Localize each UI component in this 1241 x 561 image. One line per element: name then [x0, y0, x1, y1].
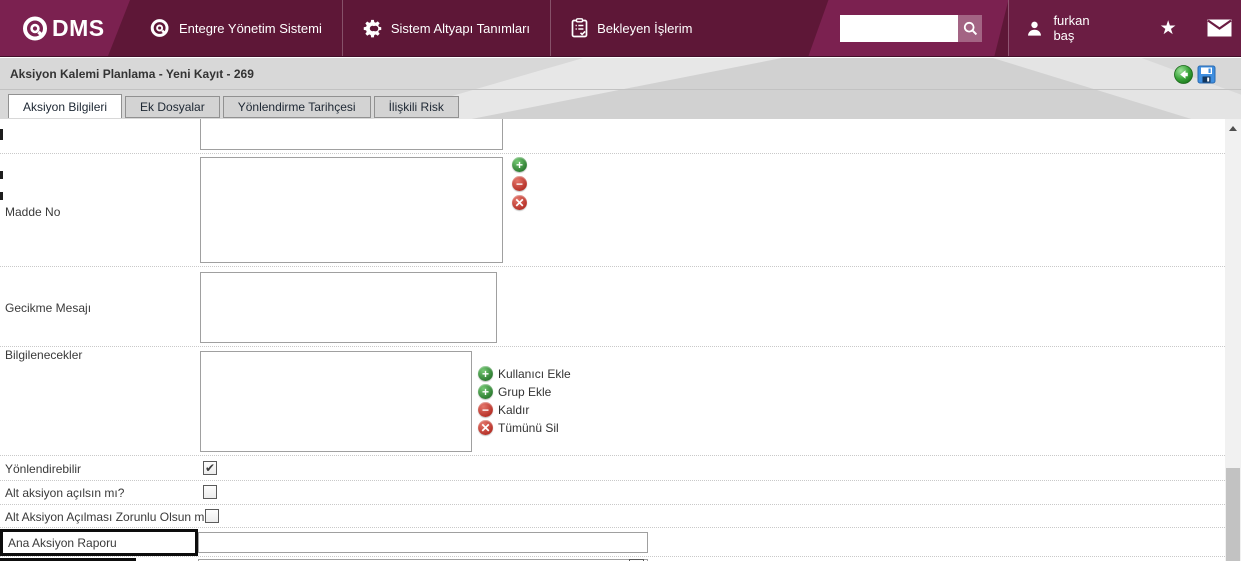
- bilgilenecekler-label: Bilgilenecekler: [5, 348, 83, 362]
- row-separator: [0, 455, 1225, 456]
- page-header: Aksiyon Kalemi Planlama - Yeni Kayıt - 2…: [0, 58, 1241, 119]
- madde-no-listbox[interactable]: [200, 157, 503, 263]
- add-group-icon: +: [478, 384, 493, 399]
- menu-item-label: Sistem Altyapı Tanımları: [390, 20, 531, 36]
- action-label: Kaldır: [498, 402, 530, 417]
- tab-label: Yönlendirme Tarihçesi: [237, 100, 356, 114]
- menu-item-sistem-altyapi-tanimlari[interactable]: Sistem Altyapı Tanımları: [341, 0, 550, 56]
- bilgilenecekler-listbox[interactable]: [200, 351, 472, 452]
- scrollbar-thumb[interactable]: [1226, 468, 1240, 561]
- alt-aksiyon-acilsin-label: Alt aksiyon açılsın mı?: [5, 486, 125, 500]
- madde-no-label: Madde No: [5, 205, 61, 219]
- top-navbar: DMS Entegre Yönetim Sistemi Sistem Altya…: [0, 0, 1241, 57]
- ana-aksiyon-raporu-input[interactable]: [198, 532, 648, 553]
- vertical-scrollbar[interactable]: [1225, 119, 1241, 561]
- ana-aksiyon-raporu-highlight: Ana Aksiyon Raporu: [0, 529, 198, 556]
- tab-label: Aksiyon Bilgileri: [23, 99, 108, 114]
- action-label: Tümünü Sil: [498, 420, 559, 435]
- left-edge-mark: [0, 171, 3, 179]
- row-separator: [0, 153, 1225, 154]
- remove-icon[interactable]: −: [512, 176, 527, 191]
- title-bar: Aksiyon Kalemi Planlama - Yeni Kayıt - 2…: [0, 58, 1241, 90]
- qdms-mark-icon: [150, 18, 170, 38]
- user-menu[interactable]: furkan baş: [1025, 13, 1090, 43]
- madde-no-actions: + − ✕: [512, 157, 527, 210]
- search-input[interactable]: [840, 15, 958, 42]
- qdms-logo-text: DMS: [52, 14, 105, 41]
- tab-yonlendirme-tarihcesi[interactable]: Yönlendirme Tarihçesi: [222, 96, 371, 118]
- add-icon[interactable]: +: [512, 157, 527, 172]
- checkmark: ✔: [204, 461, 216, 475]
- alt-aksiyon-zorunlu-checkbox[interactable]: [205, 509, 219, 523]
- remove-icon: −: [478, 402, 493, 417]
- tumunu-sil-button[interactable]: ✕ Tümünü Sil: [478, 420, 559, 435]
- ana-aksiyon-raporu-label: Ana Aksiyon Raporu: [8, 535, 117, 550]
- search-icon: [963, 21, 978, 36]
- clipboard-check-icon: [571, 18, 588, 38]
- form-content: Madde No + − ✕ Gecikme Mesajı Bilgilenec…: [0, 119, 1225, 561]
- save-icon[interactable]: [1197, 65, 1216, 84]
- yonlendirebilir-checkbox[interactable]: ✔: [203, 461, 217, 475]
- delete-all-icon: ✕: [478, 420, 493, 435]
- yonlendirebilir-label: Yönlendirebilir: [5, 462, 82, 476]
- navbar-user-section: furkan baş ★ TR: [1008, 0, 1241, 56]
- row-separator: [0, 504, 1225, 505]
- left-edge-mark: [0, 129, 3, 140]
- action-label: Grup Ekle: [498, 384, 552, 399]
- row-separator: [0, 527, 1225, 528]
- gecikme-mesaji-label: Gecikme Mesajı: [5, 301, 92, 315]
- gear-icon: [363, 19, 382, 38]
- tab-label: İlişkili Risk: [388, 100, 444, 114]
- search-button[interactable]: [958, 15, 982, 42]
- user-name: furkan baş: [1053, 13, 1090, 43]
- kullanici-ekle-button[interactable]: + Kullanıcı Ekle: [478, 366, 571, 381]
- tab-aksiyon-bilgileri[interactable]: Aksiyon Bilgileri: [8, 94, 123, 118]
- menu-item-label: Bekleyen İşlerim: [597, 20, 693, 36]
- tab-ek-dosyalar[interactable]: Ek Dosyalar: [125, 96, 220, 118]
- qdms-logo[interactable]: DMS: [0, 0, 130, 56]
- qdms-logo-icon: [22, 15, 49, 42]
- left-edge-mark: [0, 192, 3, 200]
- tab-bar: Aksiyon Bilgileri Ek Dosyalar Yönlendirm…: [0, 90, 1241, 118]
- tab-iliskili-risk[interactable]: İlişkili Risk: [373, 96, 459, 118]
- row-separator: [0, 556, 1225, 557]
- row-separator: [0, 266, 1225, 267]
- gecikme-mesaji-textarea[interactable]: [200, 272, 497, 343]
- menu-item-bekleyen-islerim[interactable]: Bekleyen İşlerim: [550, 0, 712, 56]
- back-button[interactable]: [1174, 65, 1193, 84]
- kaldir-button[interactable]: − Kaldır: [478, 402, 529, 417]
- grup-ekle-button[interactable]: + Grup Ekle: [478, 384, 551, 399]
- top-partial-field[interactable]: [200, 119, 503, 150]
- alt-aksiyon-acilsin-checkbox[interactable]: [203, 485, 217, 499]
- menu-item-entegre-yonetim-sistemi[interactable]: Entegre Yönetim Sistemi: [130, 0, 342, 56]
- page-title: Aksiyon Kalemi Planlama - Yeni Kayıt - 2…: [10, 66, 254, 81]
- mail-icon[interactable]: [1206, 19, 1232, 37]
- user-icon: [1025, 19, 1044, 38]
- delete-all-icon[interactable]: ✕: [512, 195, 527, 210]
- alt-aksiyon-zorunlu-label: Alt Aksiyon Açılması Zorunlu Olsun mu?: [5, 510, 218, 524]
- tab-label: Ek Dosyalar: [140, 100, 205, 114]
- navbar-search-area: [808, 0, 1008, 56]
- favorites-icon[interactable]: ★: [1160, 19, 1177, 38]
- add-user-icon: +: [478, 366, 493, 381]
- action-label: Kullanıcı Ekle: [498, 366, 571, 381]
- scroll-up-arrow[interactable]: [1229, 126, 1237, 131]
- row-separator: [0, 346, 1225, 347]
- row-separator: [0, 480, 1225, 481]
- menu-item-label: Entegre Yönetim Sistemi: [179, 20, 322, 36]
